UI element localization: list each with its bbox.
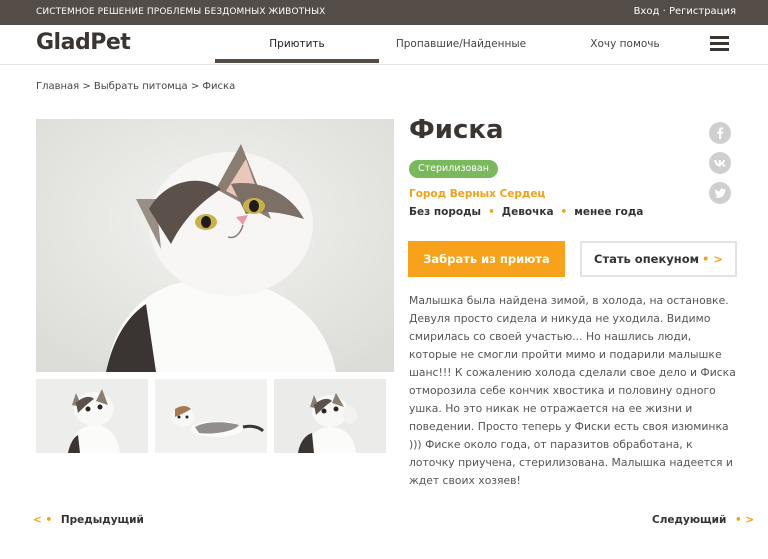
pet-breed: Без породы — [409, 206, 482, 218]
main-pet-photo[interactable] — [36, 119, 394, 372]
pet-sex: Девочка — [501, 206, 554, 218]
trait-separator: • — [560, 206, 568, 218]
become-guardian-button[interactable]: Стать опекуном • > — [580, 241, 737, 277]
chevron-right-icon: • > — [735, 514, 755, 526]
adopt-button[interactable]: Забрать из приюта — [408, 241, 565, 277]
next-pet-link[interactable]: Следующий • > — [652, 514, 754, 526]
status-badge: Стерилизован — [409, 160, 498, 178]
previous-label: Предыдущий — [60, 514, 144, 526]
thumbnail-3[interactable] — [274, 379, 386, 453]
vk-icon[interactable] — [709, 152, 731, 174]
site-logo[interactable]: GladPet — [36, 30, 131, 55]
top-bar: СИСТЕМНОЕ РЕШЕНИЕ ПРОБЛЕМЫ БЕЗДОМНЫХ ЖИВ… — [0, 0, 768, 25]
chevron-right-icon: • > — [702, 252, 723, 266]
guardian-label: Стать опекуном — [594, 252, 699, 266]
auth-links: Вход · Регистрация — [634, 6, 736, 17]
previous-pet-link[interactable]: < • Предыдущий — [33, 514, 144, 526]
register-link[interactable]: Регистрация — [669, 6, 736, 17]
pet-age: менее года — [574, 206, 644, 218]
pet-description: Малышка была найдена зимой, в холода, на… — [409, 294, 736, 487]
thumbnail-1[interactable] — [36, 379, 148, 453]
site-header: GladPet Приютить Пропавшие/Найденные Хоч… — [0, 25, 768, 65]
nav-adopt[interactable]: Приютить — [215, 38, 379, 50]
next-label: Следующий — [652, 514, 727, 526]
twitter-icon[interactable] — [709, 182, 731, 204]
auth-separator: · — [662, 6, 666, 17]
pet-traits: Без породы • Девочка • менее года — [409, 206, 643, 218]
chevron-left-icon: < • — [33, 514, 53, 526]
thumbnail-2[interactable] — [155, 379, 267, 453]
facebook-icon[interactable] — [709, 122, 731, 144]
trait-separator: • — [488, 206, 495, 218]
nav-lost-found[interactable]: Пропавшие/Найденные — [379, 38, 543, 50]
login-link[interactable]: Вход — [634, 6, 660, 17]
breadcrumb[interactable]: Главная > Выбрать питомца > Фиска — [36, 81, 235, 92]
shelter-link[interactable]: Город Верных Сердец — [409, 188, 545, 200]
pet-name: Фиска — [409, 115, 504, 145]
menu-icon[interactable] — [710, 36, 729, 51]
nav-want-help[interactable]: Хочу помочь — [543, 38, 707, 50]
site-tagline: СИСТЕМНОЕ РЕШЕНИЕ ПРОБЛЕМЫ БЕЗДОМНЫХ ЖИВ… — [36, 7, 326, 17]
nav-active-indicator — [215, 59, 379, 63]
